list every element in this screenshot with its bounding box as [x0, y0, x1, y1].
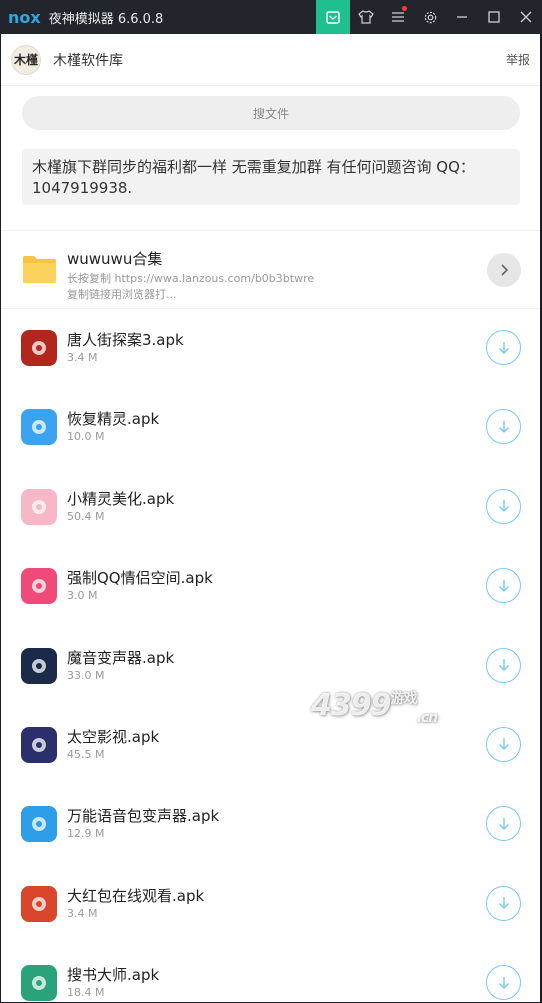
file-name: 搜书大师.apk: [67, 966, 160, 985]
list-item[interactable]: 大红包在线观看.apk 3.4 M: [1, 865, 540, 944]
file-size: 3.0 M: [67, 589, 98, 603]
download-button[interactable]: [486, 409, 521, 445]
list-item[interactable]: 强制QQ情侣空间.apk 3.0 M: [1, 547, 540, 626]
android-screen: 木槿 木槿软件库 举报 搜文件 木槿旗下群同步的福利都一样 无需重复加群 有任何…: [1, 34, 540, 1002]
file-size: 50.4 M: [67, 509, 105, 523]
download-button[interactable]: [486, 488, 521, 524]
folder-description: 长按复制 https://wwa.lanzous.com/b0b3btwre 复…: [67, 271, 314, 303]
download-icon: [498, 659, 509, 672]
file-size: 12.9 M: [67, 827, 105, 841]
download-button[interactable]: [486, 568, 521, 604]
folder-item[interactable]: wuwuwu合集 长按复制 https://wwa.lanzous.com/b0…: [1, 230, 540, 309]
download-button[interactable]: [486, 726, 521, 762]
title-bar-controls: [316, 0, 542, 34]
file-name: 强制QQ情侣空间.apk: [67, 569, 213, 588]
notice-text: 木槿旗下群同步的福利都一样 无需重复加群 有任何问题咨询 QQ：10479199…: [22, 149, 520, 205]
app-icon: [21, 806, 57, 843]
download-button[interactable]: [486, 965, 521, 1001]
maximize-icon[interactable]: [478, 0, 510, 34]
list-item[interactable]: 搜书大师.apk 18.4 M: [1, 944, 540, 1002]
app-icon: [21, 409, 57, 446]
list-item[interactable]: 万能语音包变声器.apk 12.9 M: [1, 785, 540, 864]
search-input[interactable]: 搜文件: [22, 96, 520, 130]
download-icon: [498, 976, 509, 989]
file-size: 10.0 M: [67, 430, 105, 444]
folder-name: wuwuwu合集: [67, 250, 163, 268]
download-button[interactable]: [486, 806, 521, 842]
download-button[interactable]: [486, 885, 521, 921]
folder-link-text: 长按复制 https://wwa.lanzous.com/b0b3btwre: [67, 272, 315, 285]
app-icon: [21, 726, 57, 763]
file-size: 45.5 M: [67, 747, 105, 761]
watermark-sub: .cn: [416, 710, 439, 726]
app-icon: [21, 885, 57, 922]
minimize-icon[interactable]: [446, 0, 478, 34]
list-item[interactable]: 恢复精灵.apk 10.0 M: [1, 388, 540, 467]
watermark-main: 4399: [311, 688, 391, 723]
download-icon: [498, 341, 509, 354]
file-name: 恢复精灵.apk: [67, 410, 160, 429]
app-header: 木槿 木槿软件库 举报: [1, 34, 540, 86]
download-icon: [498, 579, 509, 592]
close-icon[interactable]: [510, 0, 542, 34]
emulator-window: nox 夜神模拟器 6.6.0.8 木槿 木槿软件库 举报 搜文件 木槿旗下群同…: [0, 0, 542, 1003]
download-button[interactable]: [486, 330, 521, 365]
title-bar: nox 夜神模拟器 6.6.0.8: [0, 0, 542, 34]
window-title: 夜神模拟器 6.6.0.8: [48, 11, 164, 27]
notification-dot: [402, 6, 407, 11]
app-icon: [21, 647, 57, 684]
file-name: 小精灵美化.apk: [67, 489, 175, 508]
list-item[interactable]: 魔音变声器.apk 33.0 M: [1, 627, 540, 706]
list-item[interactable]: 唐人街探案3.apk 3.4 M: [1, 309, 540, 388]
file-name: 万能语音包变声器.apk: [67, 807, 220, 826]
watermark: 4399游戏 .cn: [311, 688, 439, 726]
list-item[interactable]: 小精灵美化.apk 50.4 M: [1, 468, 540, 547]
app-icon: [21, 330, 57, 366]
list-item[interactable]: 太空影视.apk 45.5 M: [1, 706, 540, 785]
file-size: 3.4 M: [67, 906, 98, 920]
watermark-small: 游戏: [390, 691, 418, 707]
folder-icon: [23, 256, 56, 283]
shirt-icon[interactable]: [350, 0, 382, 34]
chevron-right-icon: [501, 264, 509, 276]
open-folder-button[interactable]: [487, 253, 521, 287]
download-icon: [498, 420, 509, 433]
download-icon: [498, 500, 509, 513]
app-icon: [21, 568, 57, 605]
file-name: 大红包在线观看.apk: [67, 886, 205, 905]
download-button[interactable]: [486, 647, 521, 683]
avatar-text: 木槿: [13, 53, 38, 67]
file-name: 唐人街探案3.apk: [67, 331, 184, 349]
page-title: 木槿软件库: [53, 52, 123, 69]
mail-icon[interactable]: [316, 0, 350, 34]
file-size: 33.0 M: [67, 668, 105, 682]
nox-logo: nox: [8, 7, 41, 27]
app-icon: [21, 965, 57, 1002]
file-size: 18.4 M: [67, 986, 105, 1000]
gear-icon[interactable]: [414, 0, 446, 34]
download-icon: [498, 897, 509, 910]
file-name: 太空影视.apk: [67, 727, 160, 746]
file-name: 魔音变声器.apk: [67, 648, 175, 667]
report-button[interactable]: 举报: [506, 51, 530, 68]
download-icon: [498, 738, 509, 751]
app-icon: [21, 488, 57, 525]
avatar[interactable]: 木槿: [11, 44, 41, 75]
file-list: wuwuwu合集 长按复制 https://wwa.lanzous.com/b0…: [1, 230, 540, 1002]
menu-icon[interactable]: [382, 0, 414, 34]
folder-hint-text: 复制链接用浏览器打...: [67, 288, 177, 301]
file-size: 3.4 M: [67, 351, 98, 364]
download-icon: [498, 817, 509, 830]
